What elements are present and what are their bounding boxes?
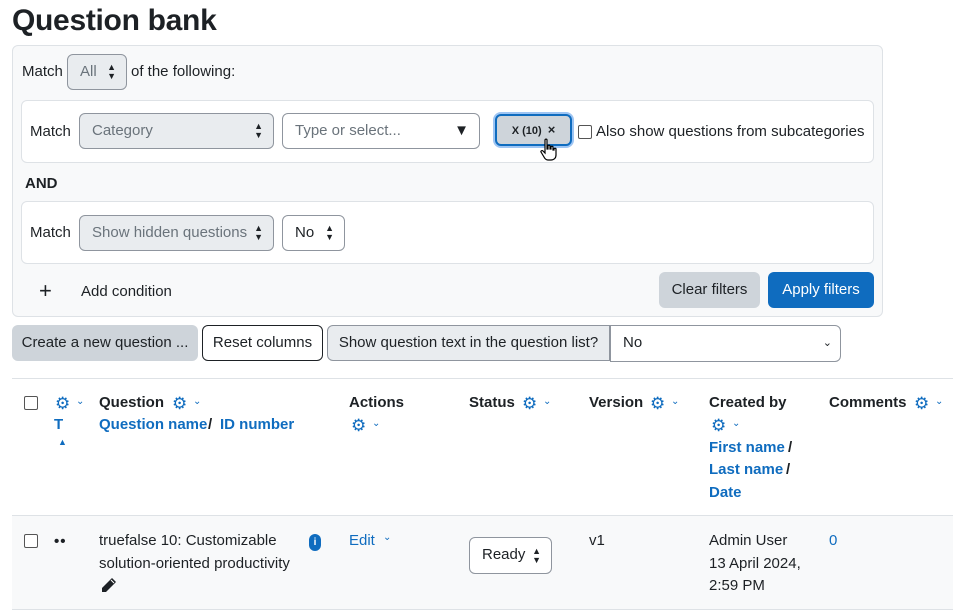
version-value: v1 xyxy=(589,532,605,549)
select-arrows-icon: ▲ ▼ xyxy=(254,223,263,242)
created-by-header: Created by xyxy=(709,394,787,411)
chevron-down-icon[interactable]: ⌄ xyxy=(543,396,551,407)
page-title: Question bank xyxy=(12,4,217,37)
created-date: 13 April 2024, xyxy=(709,555,801,572)
hand-pointer-icon xyxy=(540,138,557,161)
and-label: AND xyxy=(25,175,58,192)
dropdown-triangle-icon[interactable]: ▼ xyxy=(454,114,469,148)
last-name-sort[interactable]: Last name xyxy=(709,459,783,481)
subcategories-label: Also show questions from subcategories xyxy=(596,123,865,140)
plus-icon[interactable]: + xyxy=(39,279,52,303)
create-question-button[interactable]: Create a new question ... xyxy=(12,325,198,361)
select-arrows-icon: ▲ ▼ xyxy=(107,62,116,81)
chevron-down-icon[interactable]: ⌄ xyxy=(76,396,84,407)
comments-header: Comments xyxy=(829,394,907,411)
created-by-name: Admin User xyxy=(709,532,788,549)
category-search-input[interactable]: Type or select... ▼ xyxy=(282,113,480,149)
select-arrows-icon: ▲ ▼ xyxy=(325,223,334,242)
sort-asc-icon: ▲ xyxy=(58,437,67,447)
date-sort[interactable]: Date xyxy=(709,482,742,504)
header-slash: / xyxy=(208,416,213,433)
first-name-sort[interactable]: First name xyxy=(709,437,785,459)
clear-filters-button[interactable]: Clear filters xyxy=(659,272,760,308)
condition-match-label: Match xyxy=(30,224,71,241)
condition-type-value: Category xyxy=(92,122,153,139)
header-slash: / xyxy=(788,439,793,456)
condition-hidden: Match Show hidden questions ▲ ▼ No ▲ ▼ xyxy=(21,201,874,264)
question-header: Question xyxy=(99,394,165,411)
chevron-down-icon[interactable]: ⌄ xyxy=(935,396,943,407)
gear-icon[interactable]: ⚙ xyxy=(55,395,70,412)
match-all-select[interactable]: All ▲ ▼ xyxy=(67,54,127,90)
category-chip[interactable]: X (10) × xyxy=(495,114,572,146)
match-label: Match xyxy=(22,63,63,80)
select-all-checkbox[interactable] xyxy=(24,396,38,410)
truefalse-icon: •• xyxy=(54,533,67,550)
show-text-value: No xyxy=(623,334,643,351)
row-separator xyxy=(12,609,953,610)
match-all-value: All xyxy=(80,63,97,80)
subcategories-checkbox[interactable] xyxy=(578,125,592,139)
status-header: Status xyxy=(469,394,515,411)
chip-label: X (10) xyxy=(511,125,542,137)
add-condition-button[interactable]: Add condition xyxy=(81,282,172,302)
edit-menu-link[interactable]: Edit xyxy=(349,529,375,552)
chevron-down-icon: ⌄ xyxy=(822,337,832,349)
chevron-down-icon[interactable]: ⌄ xyxy=(732,418,740,429)
of-following-label: of the following: xyxy=(131,63,236,80)
select-arrows-icon: ▲ ▼ xyxy=(254,121,263,140)
chevron-down-icon[interactable]: ⌄ xyxy=(372,418,380,429)
hidden-value-select[interactable]: No ▲ ▼ xyxy=(282,215,345,251)
condition-type-value: Show hidden questions xyxy=(92,224,248,241)
filter-panel: Match All ▲ ▼ of the following: Match Cat… xyxy=(12,45,883,317)
status-value: Ready xyxy=(482,546,526,563)
show-text-label: Show question text in the question list? xyxy=(327,325,610,361)
gear-icon[interactable]: ⚙ xyxy=(650,395,665,412)
chevron-down-icon[interactable]: ⌄ xyxy=(671,396,679,407)
condition-type-select[interactable]: Category ▲ ▼ xyxy=(79,113,274,149)
type-sort-link[interactable]: T xyxy=(54,414,63,436)
gear-icon[interactable]: ⚙ xyxy=(522,395,537,412)
chevron-down-icon[interactable]: ⌄ xyxy=(383,532,391,543)
hidden-value: No xyxy=(295,224,315,241)
search-placeholder: Type or select... xyxy=(295,122,401,139)
pencil-icon[interactable] xyxy=(101,577,117,593)
id-number-sort[interactable]: ID number xyxy=(220,414,294,436)
table-top-border xyxy=(12,378,953,379)
gear-icon[interactable]: ⚙ xyxy=(711,417,726,434)
apply-filters-button[interactable]: Apply filters xyxy=(768,272,874,308)
question-name-sort[interactable]: Question name xyxy=(99,414,207,436)
status-select[interactable]: Ready ▲ ▼ xyxy=(469,537,552,574)
question-name-line2: solution-oriented productivity xyxy=(99,555,290,572)
actions-header: Actions xyxy=(349,394,405,411)
gear-icon[interactable]: ⚙ xyxy=(172,395,187,412)
row-select-checkbox[interactable] xyxy=(24,534,38,548)
show-text-select[interactable]: No ⌄ xyxy=(610,325,841,362)
gear-icon[interactable]: ⚙ xyxy=(351,417,366,434)
version-header: Version xyxy=(589,394,644,411)
gear-icon[interactable]: ⚙ xyxy=(914,395,929,412)
reset-columns-button[interactable]: Reset columns xyxy=(202,325,323,361)
created-time: 2:59 PM xyxy=(709,577,765,594)
chevron-down-icon[interactable]: ⌄ xyxy=(193,396,201,407)
condition-match-label: Match xyxy=(30,123,71,140)
info-icon[interactable]: i xyxy=(309,534,321,551)
condition-type-select[interactable]: Show hidden questions ▲ ▼ xyxy=(79,215,274,251)
header-slash: / xyxy=(786,461,791,478)
comments-count-link[interactable]: 0 xyxy=(829,529,837,552)
chip-remove-icon[interactable]: × xyxy=(548,122,556,137)
question-name-line1: truefalse 10: Customizable xyxy=(99,532,277,549)
select-arrows-icon: ▲ ▼ xyxy=(532,545,541,565)
